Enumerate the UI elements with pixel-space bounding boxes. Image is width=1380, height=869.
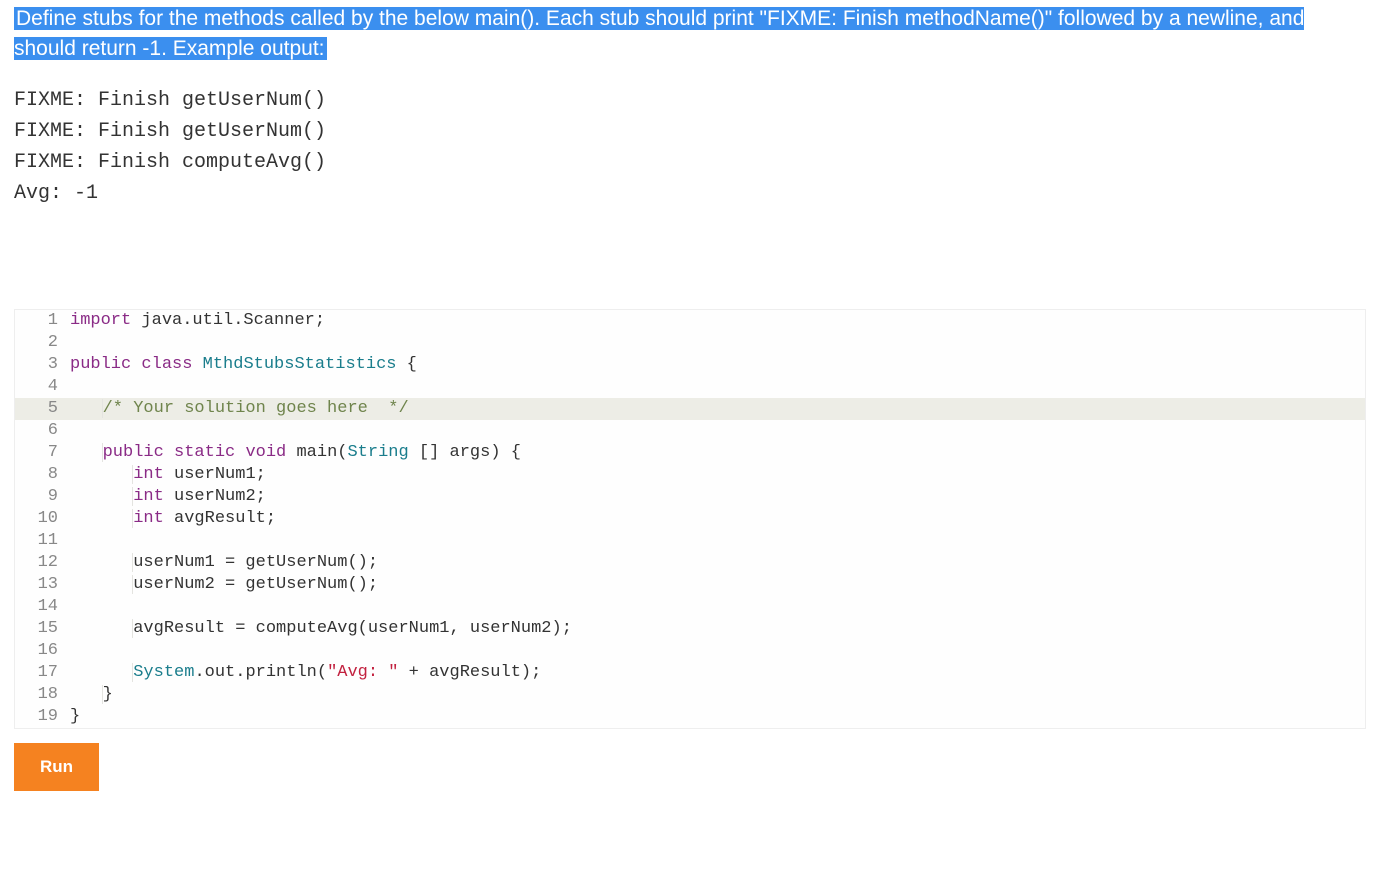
line-number: 1 (15, 310, 70, 332)
code-content[interactable]: public static void main(String [] args) … (70, 442, 1365, 464)
line-number: 9 (15, 486, 70, 508)
code-content[interactable]: int userNum1; (70, 464, 1365, 486)
line-number: 3 (15, 354, 70, 376)
code-content[interactable]: userNum2 = getUserNum(); (70, 574, 1365, 596)
line-number: 2 (15, 332, 70, 354)
code-line[interactable]: 3public class MthdStubsStatistics { (15, 354, 1365, 376)
line-number: 12 (15, 552, 70, 574)
code-line[interactable]: 10 int avgResult; (15, 508, 1365, 530)
code-content[interactable]: System.out.println("Avg: " + avgResult); (70, 662, 1365, 684)
instruction-block: Define stubs for the methods called by t… (0, 0, 1380, 65)
line-number: 10 (15, 508, 70, 530)
code-line[interactable]: 1import java.util.Scanner; (15, 310, 1365, 332)
code-line[interactable]: 15 avgResult = computeAvg(userNum1, user… (15, 618, 1365, 640)
code-content[interactable]: public class MthdStubsStatistics { (70, 354, 1365, 376)
code-line[interactable]: 4 (15, 376, 1365, 398)
code-line[interactable]: 9 int userNum2; (15, 486, 1365, 508)
code-line[interactable]: 2 (15, 332, 1365, 354)
code-line[interactable]: 17 System.out.println("Avg: " + avgResul… (15, 662, 1365, 684)
code-line[interactable]: 12 userNum1 = getUserNum(); (15, 552, 1365, 574)
line-number: 11 (15, 530, 70, 552)
code-line[interactable]: 7 public static void main(String [] args… (15, 442, 1365, 464)
line-number: 17 (15, 662, 70, 684)
line-number: 16 (15, 640, 70, 662)
line-number: 6 (15, 420, 70, 442)
instruction-text: Define stubs for the methods called by t… (14, 7, 1304, 60)
example-output: FIXME: Finish getUserNum() FIXME: Finish… (0, 85, 1380, 209)
code-line[interactable]: 6 (15, 420, 1365, 442)
line-number: 19 (15, 706, 70, 728)
line-number: 8 (15, 464, 70, 486)
code-content[interactable]: int userNum2; (70, 486, 1365, 508)
line-number: 14 (15, 596, 70, 618)
code-line[interactable]: 18 } (15, 684, 1365, 706)
line-number: 18 (15, 684, 70, 706)
code-content[interactable]: } (70, 684, 1365, 706)
code-editor[interactable]: 1import java.util.Scanner;23public class… (14, 309, 1366, 729)
code-line[interactable]: 13 userNum2 = getUserNum(); (15, 574, 1365, 596)
code-content[interactable]: int avgResult; (70, 508, 1365, 530)
line-number: 4 (15, 376, 70, 398)
line-number: 5 (15, 398, 70, 420)
code-content[interactable]: userNum1 = getUserNum(); (70, 552, 1365, 574)
code-line[interactable]: 16 (15, 640, 1365, 662)
code-line[interactable]: 19} (15, 706, 1365, 728)
line-number: 13 (15, 574, 70, 596)
code-line[interactable]: 5 /* Your solution goes here */ (15, 398, 1365, 420)
code-content[interactable]: import java.util.Scanner; (70, 310, 1365, 332)
line-number: 7 (15, 442, 70, 464)
run-button[interactable]: Run (14, 743, 99, 791)
code-content[interactable]: avgResult = computeAvg(userNum1, userNum… (70, 618, 1365, 640)
code-line[interactable]: 11 (15, 530, 1365, 552)
code-line[interactable]: 14 (15, 596, 1365, 618)
code-line[interactable]: 8 int userNum1; (15, 464, 1365, 486)
code-content[interactable]: /* Your solution goes here */ (70, 398, 1365, 420)
code-content[interactable]: } (70, 706, 1365, 728)
line-number: 15 (15, 618, 70, 640)
